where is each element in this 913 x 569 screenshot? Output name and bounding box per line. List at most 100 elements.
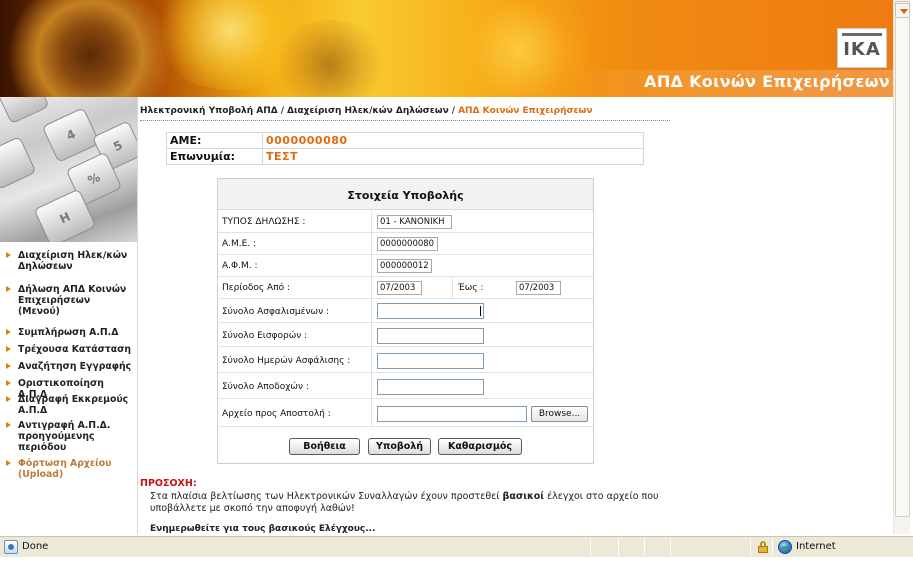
sidebar-item-label: Διαγραφή Εκκρεμούς Α.Π.Δ xyxy=(18,394,129,416)
column-divider xyxy=(371,277,372,299)
internet-zone-icon xyxy=(778,540,792,554)
earnings-input[interactable] xyxy=(377,379,484,395)
period-from-field: 07/2003 xyxy=(377,281,422,295)
logo-text: ΙΚΑ xyxy=(843,39,881,60)
page-icon xyxy=(4,540,18,554)
ame-form-label: Α.Μ.Ε. : xyxy=(222,239,257,249)
status-text: Done xyxy=(22,541,49,552)
notice-text-bold: βασικοί xyxy=(502,491,544,502)
sidebar-item-label: Τρέχουσα Κατάσταση xyxy=(18,344,132,355)
sidebar-item-label: Φόρτωση Αρχείου (Upload) xyxy=(18,458,112,480)
breadcrumb-divider xyxy=(140,120,670,121)
sidebar-item-search-record[interactable]: Αναζήτηση Εγγραφής xyxy=(6,361,134,372)
keyboard-key xyxy=(0,135,37,191)
notice-box: ΠΡΟΣΟΧΗ: Στα πλαίσια βελτίωσης των Ηλεκτ… xyxy=(140,478,680,534)
contributions-label: Σύνολο Εισφορών : xyxy=(222,331,308,341)
column-divider xyxy=(371,211,372,233)
browse-button[interactable]: Browse... xyxy=(531,406,588,422)
company-name-label: Επωνυμία: xyxy=(166,148,263,165)
column-divider xyxy=(371,233,372,255)
status-divider xyxy=(750,539,751,556)
declaration-type-label: ΤΥΠΟΣ ΔΗΛΩΣΗΣ : xyxy=(222,217,306,227)
banner-title: ΑΠΔ Κοινών Επιχειρήσεων xyxy=(644,72,890,91)
ika-logo: ΙΚΑ xyxy=(837,28,887,68)
sidebar-item-label: Αναζήτηση Εγγραφής xyxy=(18,361,132,372)
submission-form: Στοιχεία Υποβολής ΤΥΠΟΣ ΔΗΛΩΣΗΣ : 01 - Κ… xyxy=(217,178,594,464)
sidebar-item-copy-previous[interactable]: Αντιγραφή Α.Π.Δ. προηγούμενης περιόδου xyxy=(6,420,134,453)
form-row-ame: Α.Μ.Ε. : 0000000080 xyxy=(218,233,593,255)
bullet-arrow-icon xyxy=(6,252,11,258)
status-divider xyxy=(590,539,591,556)
status-divider xyxy=(644,539,645,556)
bullet-arrow-icon xyxy=(6,380,11,386)
ame-value: 0000000080 xyxy=(262,132,644,149)
checks-info-link[interactable]: Ενημερωθείτε για τους βασικούς Ελέγχους.… xyxy=(150,524,376,534)
form-row-declaration-type: ΤΥΠΟΣ ΔΗΛΩΣΗΣ : 01 - ΚΑΝΟΝΙΚΗ xyxy=(218,211,593,233)
breadcrumb-link-home[interactable]: Ηλεκτρονική Υποβολή ΑΠΔ xyxy=(140,106,278,116)
clear-button[interactable]: Καθαρισμός xyxy=(438,438,522,455)
notice-title: ΠΡΟΣΟΧΗ: xyxy=(140,478,197,489)
contributions-input[interactable] xyxy=(377,328,484,344)
period-from-label: Περίοδος Από : xyxy=(222,283,291,293)
sidebar-item-label: Δήλωση ΑΠΔ Κοινών Επιχειρήσεων (Μενού) xyxy=(18,284,127,317)
ame-field: 0000000080 xyxy=(377,237,438,251)
employer-row-name: Επωνυμία: ΤΕΣΤ xyxy=(166,148,644,165)
form-row-days: Σύνολο Ημερών Ασφάλισης : xyxy=(218,347,593,373)
sidebar-item-label: Αντιγραφή Α.Π.Δ. προηγούμενης περιόδου xyxy=(18,420,111,453)
company-name-value: ΤΕΣΤ xyxy=(262,148,644,165)
banner-graphic xyxy=(270,20,390,97)
insured-count-label: Σύνολο Ασφαλισμένων : xyxy=(222,307,330,317)
help-button[interactable]: Βοήθεια xyxy=(289,438,360,455)
sidebar-item-fill-apd[interactable]: Συμπλήρωση Α.Π.Δ xyxy=(6,327,134,338)
form-row-afm: Α.Φ.Μ. : 000000012 xyxy=(218,255,593,277)
bullet-arrow-icon xyxy=(6,346,11,352)
scroll-down-button[interactable] xyxy=(895,3,910,18)
form-row-contributions: Σύνολο Εισφορών : xyxy=(218,323,593,347)
bullet-arrow-icon xyxy=(6,396,11,402)
sidebar-item-apd-menu[interactable]: Δήλωση ΑΠΔ Κοινών Επιχειρήσεων (Μενού) xyxy=(6,284,134,317)
lock-body xyxy=(758,546,768,553)
site-banner: ΙΚΑ ΑΠΔ Κοινών Επιχειρήσεων xyxy=(0,0,893,97)
bullet-arrow-icon xyxy=(6,363,11,369)
keyboard-key xyxy=(0,97,50,125)
form-row-period: Περίοδος Από : 07/2003 Έως : 07/2003 xyxy=(218,277,593,299)
insured-count-input[interactable] xyxy=(377,303,484,319)
vertical-scrollbar[interactable] xyxy=(893,0,910,534)
logo-bar xyxy=(842,33,882,36)
sidebar-item-label: Διαχείριση Ηλεκ/κών Δηλώσεων xyxy=(18,250,128,272)
column-divider xyxy=(452,277,453,299)
insurance-days-input[interactable] xyxy=(377,353,484,369)
column-divider xyxy=(371,299,372,323)
submit-button[interactable]: Υποβολή xyxy=(368,438,431,455)
afm-field: 000000012 xyxy=(377,259,432,273)
sidebar-item-label: Συμπλήρωση Α.Π.Δ xyxy=(18,327,119,338)
file-to-send-label: Αρχείο προς Αποστολή : xyxy=(222,409,331,419)
insurance-days-label: Σύνολο Ημερών Ασφάλισης : xyxy=(222,356,351,366)
period-to-label: Έως : xyxy=(458,283,484,293)
sidebar-item-current-status[interactable]: Τρέχουσα Κατάσταση xyxy=(6,344,134,355)
ame-label: ΑΜΕ: xyxy=(166,132,263,149)
sidebar-item-delete-pending[interactable]: Διαγραφή Εκκρεμούς Α.Π.Δ xyxy=(6,394,134,416)
notice-text-start: Στα πλαίσια βελτίωσης των Ηλεκτρονικών Σ… xyxy=(150,491,503,502)
status-divider xyxy=(772,539,773,556)
breadcrumb-link-manage[interactable]: Διαχείριση Ηλεκ/κών Δηλώσεων xyxy=(287,106,449,116)
keyboard-key: 4 xyxy=(41,107,101,163)
afm-label: Α.Φ.Μ. : xyxy=(222,261,258,271)
notice-text: Στα πλαίσια βελτίωσης των Ηλεκτρονικών Σ… xyxy=(140,491,680,515)
breadcrumb-separator: / xyxy=(280,106,285,116)
employer-row-ame: ΑΜΕ: 0000000080 xyxy=(166,132,644,149)
breadcrumb-separator: / xyxy=(451,106,456,116)
sidebar-item-manage-declarations[interactable]: Διαχείριση Ηλεκ/κών Δηλώσεων xyxy=(6,250,134,272)
file-path-input[interactable] xyxy=(377,406,527,422)
earnings-label: Σύνολο Αποδοχών : xyxy=(222,382,309,392)
sidebar-divider xyxy=(137,97,138,534)
arrow-down-icon xyxy=(900,9,908,14)
period-to-field: 07/2003 xyxy=(516,281,561,295)
scroll-thumb[interactable] xyxy=(895,17,910,517)
form-row-earnings: Σύνολο Αποδοχών : xyxy=(218,373,593,399)
browser-window: ΙΚΑ ΑΠΔ Κοινών Επιχειρήσεων 4 5 % H Διαχ… xyxy=(0,0,913,569)
form-title: Στοιχεία Υποβολής xyxy=(218,179,593,210)
keyboard-image: 4 5 % H xyxy=(0,97,137,242)
bullet-arrow-icon xyxy=(6,286,11,292)
status-bar: Done Internet xyxy=(0,536,913,557)
